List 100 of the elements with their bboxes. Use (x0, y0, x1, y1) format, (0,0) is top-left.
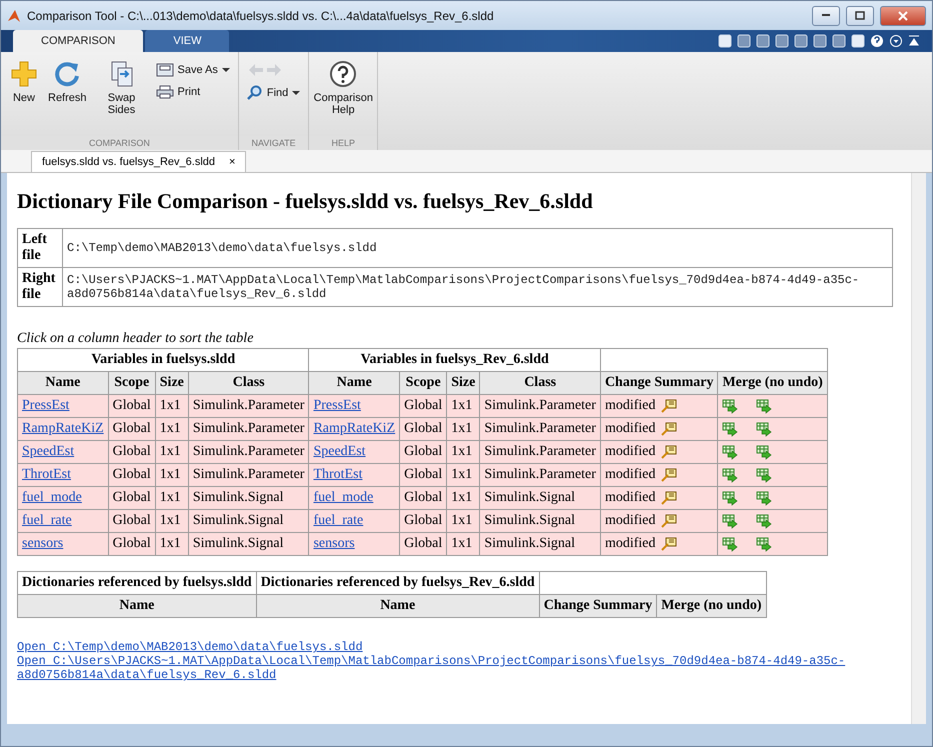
merge-arrow-icon[interactable] (756, 490, 772, 506)
column-header[interactable]: Change Summary (539, 594, 657, 618)
column-header[interactable]: Merge (no undo) (656, 594, 766, 618)
column-header[interactable]: Name (308, 372, 400, 395)
column-header[interactable]: Scope (108, 372, 156, 395)
table-caption: Click on a column header to sort the table (17, 331, 254, 348)
table-cell: Global (108, 532, 156, 556)
toolbar-icon[interactable] (794, 34, 808, 48)
table-cell: 1x1 (446, 440, 480, 464)
table-cell: Global (400, 532, 447, 556)
row-header: Right file (18, 268, 62, 307)
dropdown-icon[interactable] (889, 34, 903, 48)
ribbon-tab[interactable]: COMPARISON (13, 30, 144, 52)
table-cell: Global (108, 510, 156, 533)
ribbon-button[interactable]: New (7, 58, 41, 136)
column-header[interactable]: Name (256, 594, 540, 618)
table-cell: 1x1 (446, 464, 480, 487)
change-status: modified (604, 490, 656, 506)
column-header[interactable]: Class (480, 372, 600, 395)
maximize-icon (855, 11, 865, 20)
change-status: modified (604, 398, 656, 414)
toolbar-icon[interactable] (813, 34, 827, 48)
merge-arrow-icon[interactable] (722, 536, 738, 552)
document-tab[interactable]: fuelsys.sldd vs. fuelsys_Rev_6.sldd × (31, 151, 246, 172)
ribbon-button[interactable]: Refresh (45, 58, 90, 136)
ribbon-button[interactable]: Print (154, 84, 232, 100)
window-title: Comparison Tool - C:\...013\demo\data\fuelsys.sldd vs. C:\...4a\data\fuelsys_Rev_6.sldd (27, 8, 495, 22)
column-header[interactable]: Name (18, 594, 256, 618)
merge-arrow-icon[interactable] (756, 422, 772, 437)
table-cell: 1x1 (155, 510, 188, 533)
change-details-icon[interactable] (661, 514, 678, 528)
column-header[interactable]: Size (446, 372, 480, 395)
ribbon-button[interactable]: Save As (154, 62, 232, 78)
printer-icon (156, 85, 174, 99)
table-cell: 1x1 (155, 418, 188, 441)
open-file-link[interactable]: Open C:\Users\PJACKS~1.MAT\AppData\Local\Temp\MatlabComparisons\ProjectComparisons\fuelsys_70d9d4ea-b874-4d49-a35c-a8d0756b814a\data\fuelsys_Rev_6.sldd (17, 654, 887, 682)
toolbar-icon[interactable] (756, 34, 770, 48)
change-details-icon[interactable] (661, 445, 678, 460)
merge-arrow-icon[interactable] (722, 444, 738, 460)
table-cell: 1x1 (446, 532, 480, 556)
change-details-icon[interactable] (661, 537, 678, 552)
table-cell: Global (400, 394, 447, 418)
merge-arrow-icon[interactable] (722, 514, 738, 529)
table-cell: Simulink.Parameter (188, 418, 309, 441)
table-cell: 1x1 (155, 440, 188, 464)
app-logo-icon (7, 8, 21, 22)
file-path: C:\Users\PJACKS~1.MAT\AppData\Local\Temp\MatlabComparisons\ProjectComparisons\fuelsys_70d9d4ea-b874-4d49-a35c-a8d0756b814a\data\fuelsys_Rev_6.sldd (62, 268, 892, 307)
table-cell: Simulink.Signal (480, 486, 600, 510)
table-cell: 1x1 (446, 418, 480, 441)
file-path: C:\Temp\demo\MAB2013\demo\data\fuelsys.sldd (62, 228, 892, 268)
merge-arrow-icon[interactable] (756, 468, 772, 483)
help-icon[interactable] (870, 34, 884, 48)
minimize-ribbon-icon[interactable] (908, 34, 920, 48)
column-header[interactable]: Change Summary (600, 372, 718, 395)
table-cell: 1x1 (446, 394, 480, 418)
group-header: Dictionaries referenced by fuelsys.sldd (18, 572, 256, 595)
toolbar-icon[interactable] (737, 34, 751, 48)
change-details-icon[interactable] (661, 468, 678, 482)
change-details-icon[interactable] (661, 422, 678, 436)
merge-arrow-icon[interactable] (756, 536, 772, 552)
table-cell: Simulink.Parameter (480, 464, 600, 487)
column-header[interactable]: Size (155, 372, 188, 395)
scrollbar[interactable] (911, 173, 926, 724)
change-status: modified (604, 536, 656, 552)
close-button[interactable] (880, 6, 926, 26)
table-cell: 1x1 (155, 464, 188, 487)
toolbar-icon[interactable] (775, 34, 789, 48)
minimize-button[interactable] (812, 6, 840, 26)
table-cell: 1x1 (155, 486, 188, 510)
ribbon-tab[interactable]: VIEW (145, 30, 230, 52)
toolbar-icon[interactable] (832, 34, 846, 48)
column-header[interactable]: Class (188, 372, 309, 395)
merge-arrow-icon[interactable] (756, 444, 772, 460)
change-details-icon[interactable] (661, 399, 678, 414)
change-status: modified (604, 444, 656, 460)
column-header[interactable]: Merge (no undo) (718, 372, 828, 395)
merge-arrow-icon[interactable] (722, 468, 738, 483)
column-header[interactable]: Name (18, 372, 108, 395)
group-header: Variables in fuelsys.sldd (18, 348, 309, 372)
toolbar-icon[interactable] (851, 34, 865, 48)
table-cell: 1x1 (446, 486, 480, 510)
open-file-link[interactable]: Open C:\Temp\demo\MAB2013\demo\data\fuelsys.sldd (17, 640, 887, 654)
merge-arrow-icon[interactable] (756, 514, 772, 529)
close-tab-button[interactable]: × (229, 156, 236, 168)
merge-arrow-icon[interactable] (756, 398, 772, 414)
merge-arrow-icon[interactable] (722, 398, 738, 414)
ribbon-button[interactable]: Comparison Help (315, 58, 372, 136)
table-cell: Simulink.Parameter (480, 394, 600, 418)
ribbon-button[interactable]: Swap Sides (94, 58, 150, 136)
help-icon (329, 60, 358, 88)
merge-arrow-icon[interactable] (722, 490, 738, 506)
ribbon-button[interactable]: Find (244, 84, 302, 102)
toolbar-icon[interactable] (718, 34, 732, 48)
change-details-icon[interactable] (661, 491, 678, 506)
merge-arrow-icon[interactable] (722, 422, 738, 437)
refresh-icon (53, 60, 82, 88)
group-header: Dictionaries referenced by fuelsys_Rev_6.sldd (256, 572, 540, 595)
group-header: Variables in fuelsys_Rev_6.sldd (308, 348, 600, 372)
column-header[interactable]: Scope (400, 372, 447, 395)
maximize-button[interactable] (846, 6, 874, 26)
